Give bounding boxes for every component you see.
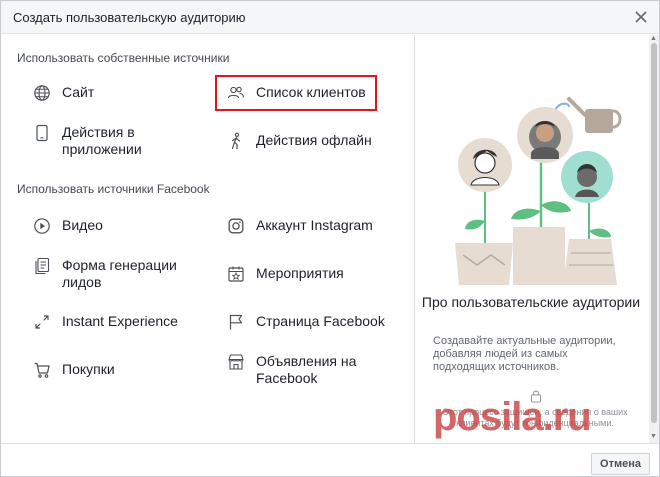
option-offline-activity-label: Действия офлайн — [256, 132, 372, 148]
option-app-activity[interactable]: Действия в приложении — [33, 124, 172, 158]
storefront-icon — [227, 353, 245, 371]
option-video[interactable]: Видео — [33, 217, 103, 235]
info-description: Создавайте актуальные аудитории, добавля… — [433, 335, 616, 373]
option-facebook-page[interactable]: Страница Facebook — [227, 313, 385, 331]
calendar-star-icon — [227, 265, 245, 283]
option-instagram-account-label: Аккаунт Instagram — [256, 217, 373, 233]
customer-list-highlight-frame — [215, 75, 377, 111]
option-instagram-account[interactable]: Аккаунт Instagram — [227, 217, 373, 235]
source-options-panel: Использовать собственные источники Сайт … — [1, 35, 413, 443]
instagram-icon — [227, 217, 245, 235]
close-icon — [635, 11, 647, 23]
option-events[interactable]: Мероприятия — [227, 265, 344, 283]
cancel-button[interactable]: Отмена — [591, 453, 650, 475]
scroll-up-arrow-icon[interactable]: ▲ — [650, 35, 657, 42]
option-shopping-label: Покупки — [62, 361, 115, 377]
section-title-own-sources: Использовать собственные источники — [17, 51, 230, 65]
expand-arrows-icon — [33, 313, 51, 331]
globe-icon — [33, 84, 51, 102]
close-button[interactable] — [631, 7, 651, 27]
section-title-facebook-sources: Использовать источники Facebook — [17, 182, 210, 196]
cart-icon — [33, 361, 51, 379]
info-title: Про пользовательские аудитории — [421, 294, 641, 310]
option-facebook-page-label: Страница Facebook — [256, 313, 385, 329]
option-events-label: Мероприятия — [256, 265, 344, 281]
form-icon — [33, 257, 51, 275]
custom-audience-illustration — [455, 97, 622, 285]
watermark: posila.ru — [433, 395, 592, 439]
dialog-footer: Отмена — [1, 443, 659, 476]
option-marketplace-listings[interactable]: Объявления на Facebook — [227, 353, 376, 387]
create-custom-audience-dialog: Создать пользовательскую аудиторию Испол… — [0, 0, 660, 477]
info-scrollbar[interactable]: ▲ ▼ — [649, 35, 659, 443]
option-shopping[interactable]: Покупки — [33, 361, 115, 379]
flag-icon — [227, 313, 245, 331]
scroll-down-arrow-icon[interactable]: ▼ — [650, 433, 657, 440]
option-site-label: Сайт — [62, 84, 95, 100]
option-instant-experience[interactable]: Instant Experience — [33, 313, 178, 331]
option-lead-form-label: Форма генерации лидов — [62, 257, 177, 290]
option-offline-activity[interactable]: Действия офлайн — [227, 132, 372, 150]
info-panel: Про пользовательские аудитории Создавайт… — [415, 35, 647, 443]
option-marketplace-listings-label: Объявления на Facebook — [256, 353, 357, 386]
dialog-title: Создать пользовательскую аудиторию — [13, 10, 246, 25]
option-app-activity-label: Действия в приложении — [62, 124, 142, 157]
dialog-header: Создать пользовательскую аудиторию — [1, 1, 659, 34]
walking-person-icon — [227, 132, 245, 150]
play-circle-icon — [33, 217, 51, 235]
phone-icon — [33, 124, 51, 142]
option-lead-form[interactable]: Форма генерации лидов — [33, 257, 192, 291]
option-site[interactable]: Сайт — [33, 84, 94, 102]
scrollbar-thumb[interactable] — [651, 43, 657, 423]
option-instant-experience-label: Instant Experience — [62, 313, 178, 329]
option-video-label: Видео — [62, 217, 103, 233]
